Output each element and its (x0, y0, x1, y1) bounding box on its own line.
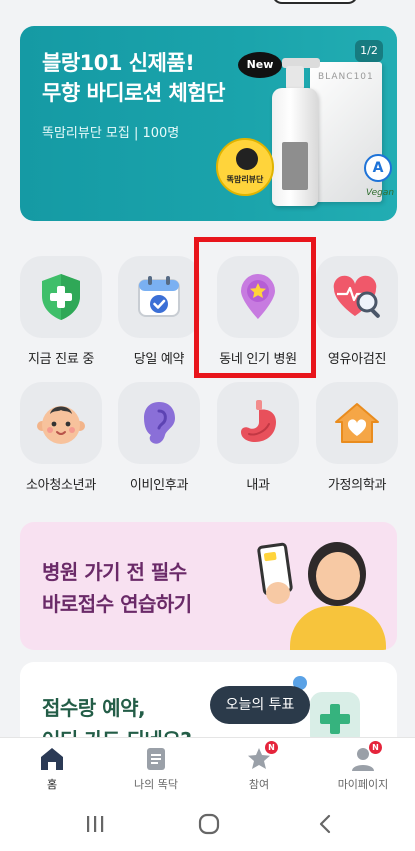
category-label: 이비인후과 (129, 478, 189, 493)
category-tile (316, 256, 398, 338)
top-search-pill[interactable] (272, 0, 358, 4)
product-brand-label: BLANC101 (318, 72, 374, 82)
reservation-card-line1: 접수랑 예약, (42, 696, 146, 720)
category-pediatrics[interactable]: 소아청소년과 (20, 382, 102, 493)
system-nav-bar (0, 799, 415, 851)
highlight-box (194, 237, 316, 378)
category-ent[interactable]: 이비인후과 (118, 382, 200, 493)
back-chevron-icon (319, 814, 331, 834)
category-tile (20, 382, 102, 464)
ear-icon (144, 402, 175, 444)
nav-participate[interactable]: N 참여 (207, 738, 311, 800)
bottle-label (282, 142, 308, 190)
product-box-image: BLANC101 (310, 62, 382, 202)
category-tile (118, 256, 200, 338)
reception-practice-card[interactable]: 병원 가기 전 필수 바로접수 연습하기 (20, 522, 397, 650)
category-label: 내과 (246, 478, 270, 493)
back-button[interactable] (305, 811, 345, 837)
stomach-icon (241, 400, 276, 442)
promo-banner[interactable]: 블랑101 신제품! 무향 바디로션 체험단 똑맘리뷰단 모집 | 100명 1… (20, 26, 397, 221)
home-system-button[interactable] (189, 811, 229, 837)
category-label: 영유아검진 (327, 352, 387, 367)
banner-page-indicator: 1/2 (355, 40, 383, 62)
category-now-open[interactable]: 지금 진료 중 (20, 256, 102, 367)
heart-magnifier-icon (333, 275, 380, 318)
nav-home[interactable]: 홈 (0, 738, 104, 800)
banner-title: 블랑101 신제품! 무향 바디로션 체험단 (42, 48, 226, 108)
banner-title-line1: 블랑101 신제품! (42, 51, 195, 75)
todays-vote-tooltip[interactable]: 오늘의 투표 (210, 686, 310, 724)
new-badge: New (238, 52, 282, 78)
shield-plus-icon (42, 274, 80, 320)
nav-participate-label: 참여 (248, 778, 270, 791)
category-label: 지금 진료 중 (28, 352, 94, 367)
house-heart-icon (335, 403, 379, 443)
banner-subtitle: 똑맘리뷰단 모집 | 100명 (42, 126, 180, 141)
document-icon (147, 748, 165, 770)
nav-home-label: 홈 (46, 778, 58, 791)
nav-my-ddocdoc[interactable]: 나의 똑닥 (104, 738, 208, 800)
category-label: 당일 예약 (133, 352, 185, 367)
mascot-label: 똑맘리뷰단 (226, 175, 264, 184)
character-face (316, 552, 360, 600)
category-same-day-booking[interactable]: 당일 예약 (118, 256, 200, 367)
a-grade-badge: A (364, 154, 392, 182)
bottom-nav: 홈 나의 똑닥 N 참여 N 마이페이지 (0, 737, 415, 799)
nav-my-ddocdoc-label: 나의 똑닥 (134, 778, 178, 791)
category-tile (20, 256, 102, 338)
character-hand (266, 582, 290, 604)
mascot-face-icon (236, 148, 258, 170)
phone-app-icon (263, 551, 277, 562)
category-internal-medicine[interactable]: 내과 (217, 382, 299, 493)
reception-practice-title: 병원 가기 전 필수 바로접수 연습하기 (42, 556, 192, 620)
reception-practice-line1: 병원 가기 전 필수 (42, 560, 187, 584)
mypage-new-badge: N (369, 741, 382, 754)
category-tile (118, 382, 200, 464)
category-family-medicine[interactable]: 가정의학과 (316, 382, 398, 493)
home-circle-icon (198, 813, 220, 835)
recent-apps-button[interactable] (75, 811, 115, 837)
reception-practice-line2: 바로접수 연습하기 (42, 592, 192, 616)
nav-my-page-label: 마이페이지 (337, 778, 389, 791)
character-body (290, 606, 386, 650)
category-tile (316, 382, 398, 464)
category-infant-checkup[interactable]: 영유아검진 (316, 256, 398, 367)
bottle-neck (286, 66, 304, 90)
category-tile (217, 382, 299, 464)
home-icon (41, 748, 63, 770)
category-label: 가정의학과 (327, 478, 387, 493)
vegan-mark: Vegan (366, 188, 395, 198)
nav-my-page[interactable]: N 마이페이지 (311, 738, 415, 800)
calendar-check-icon (138, 276, 180, 317)
recent-apps-icon (87, 816, 104, 832)
baby-face-icon (37, 406, 85, 444)
category-label: 소아청소년과 (26, 478, 96, 493)
mascot-badge: 똑맘리뷰단 (216, 138, 274, 196)
banner-title-line2: 무향 바디로션 체험단 (42, 81, 226, 105)
participate-new-badge: N (265, 741, 278, 754)
